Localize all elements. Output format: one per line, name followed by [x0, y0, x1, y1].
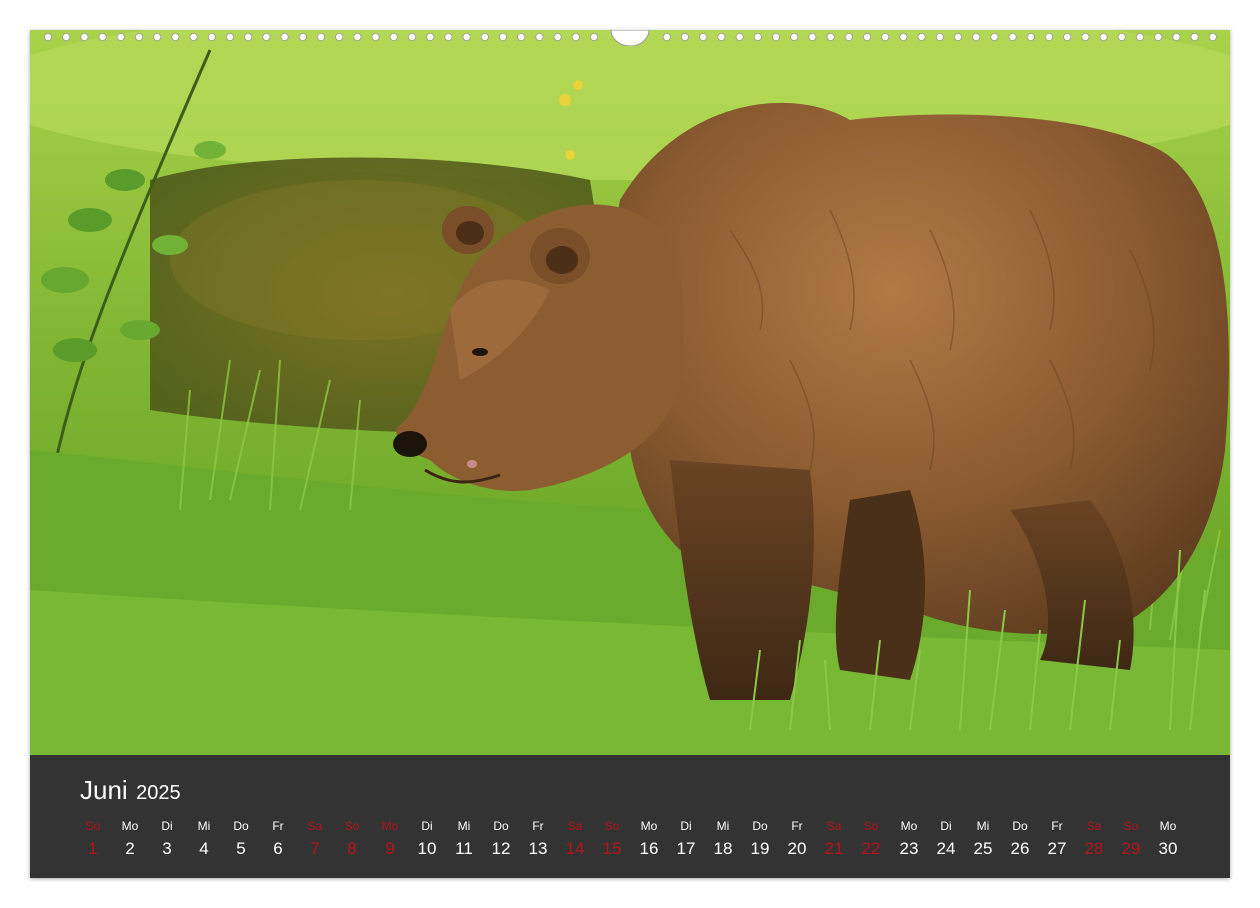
- day-number: 14: [557, 839, 593, 859]
- weekday-label: Fr: [520, 819, 556, 833]
- weekday-label: Mo: [112, 819, 148, 833]
- bear-photo-illustration: [30, 30, 1230, 755]
- weekday-label: Mo: [631, 819, 667, 833]
- weekday-label: Do: [223, 819, 259, 833]
- day-number: 5: [223, 839, 259, 859]
- day-number: 27: [1039, 839, 1075, 859]
- weekday-label: So: [853, 819, 889, 833]
- day-number: 3: [149, 839, 185, 859]
- day-number: 2: [112, 839, 148, 859]
- weekday-label: Sa: [1076, 819, 1112, 833]
- weekday-label: Fr: [260, 819, 296, 833]
- weekday-label: Sa: [557, 819, 593, 833]
- weekday-label: So: [334, 819, 370, 833]
- day-number: 25: [965, 839, 1001, 859]
- weekday-label: Do: [742, 819, 778, 833]
- weekday-label: Di: [928, 819, 964, 833]
- day-number: 4: [186, 839, 222, 859]
- weekday-label: Do: [483, 819, 519, 833]
- weekday-label: Mo: [1150, 819, 1186, 833]
- weekday-label: Sa: [816, 819, 852, 833]
- day-number: 19: [742, 839, 778, 859]
- weekday-label: Mi: [705, 819, 741, 833]
- weekday-label: Mo: [891, 819, 927, 833]
- weekday-label: Mi: [446, 819, 482, 833]
- weekday-label: So: [1113, 819, 1149, 833]
- day-number: 30: [1150, 839, 1186, 859]
- day-number: 1: [75, 839, 111, 859]
- bear-photo: [30, 30, 1230, 755]
- day-number: 26: [1002, 839, 1038, 859]
- day-number: 21: [816, 839, 852, 859]
- day-number: 20: [779, 839, 815, 859]
- day-number: 11: [446, 839, 482, 859]
- weekday-label: Mo: [372, 819, 408, 833]
- weekday-label: Di: [668, 819, 704, 833]
- day-number: 22: [853, 839, 889, 859]
- weekday-label: Fr: [779, 819, 815, 833]
- weekday-label: Mi: [965, 819, 1001, 833]
- weekday-label: Fr: [1039, 819, 1075, 833]
- day-number: 7: [297, 839, 333, 859]
- day-number: 24: [928, 839, 964, 859]
- weekday-label: Do: [1002, 819, 1038, 833]
- day-number: 29: [1113, 839, 1149, 859]
- day-number: 6: [260, 839, 296, 859]
- month-heading: Juni 2025: [80, 775, 181, 806]
- weekday-label: So: [594, 819, 630, 833]
- weekday-label: So: [75, 819, 111, 833]
- day-number: 12: [483, 839, 519, 859]
- month-name: Juni: [80, 775, 128, 805]
- day-number: 16: [631, 839, 667, 859]
- weekday-label: Di: [409, 819, 445, 833]
- day-number: 28: [1076, 839, 1112, 859]
- day-number: 8: [334, 839, 370, 859]
- day-number: 17: [668, 839, 704, 859]
- month-year: 2025: [136, 782, 181, 804]
- day-number: 10: [409, 839, 445, 859]
- day-number: 9: [372, 839, 408, 859]
- weekday-label: Di: [149, 819, 185, 833]
- calendar-bar: Juni 2025 So1Mo2Di3Mi4Do5Fr6Sa7So8Mo9Di1…: [30, 755, 1230, 878]
- calendar-page: Juni 2025 So1Mo2Di3Mi4Do5Fr6Sa7So8Mo9Di1…: [30, 30, 1230, 878]
- day-number: 23: [891, 839, 927, 859]
- day-number: 13: [520, 839, 556, 859]
- day-number: 18: [705, 839, 741, 859]
- day-number: 15: [594, 839, 630, 859]
- weekday-label: Mi: [186, 819, 222, 833]
- weekday-label: Sa: [297, 819, 333, 833]
